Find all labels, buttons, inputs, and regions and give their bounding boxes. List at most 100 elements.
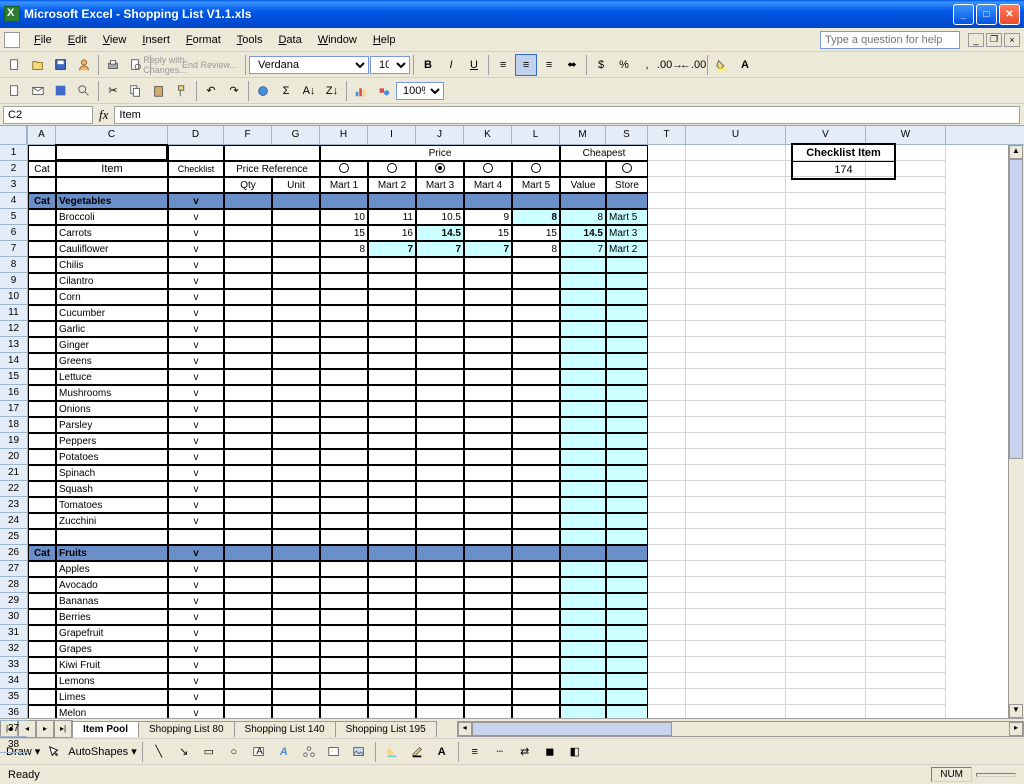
redo-button[interactable]: ↷ — [223, 80, 245, 102]
cell[interactable] — [464, 449, 512, 465]
cell[interactable] — [560, 593, 606, 609]
cell[interactable] — [28, 177, 56, 193]
cell[interactable] — [28, 465, 56, 481]
cell[interactable] — [560, 481, 606, 497]
autoshapes-menu[interactable]: AutoShapes ▾ — [68, 745, 137, 758]
maximize-button[interactable]: □ — [976, 4, 997, 25]
row-header-33[interactable]: 33 — [0, 657, 27, 673]
cell[interactable] — [416, 657, 464, 673]
row-header-19[interactable]: 19 — [0, 433, 27, 449]
cell[interactable] — [224, 673, 272, 689]
cell[interactable] — [512, 641, 560, 657]
row-header-14[interactable]: 14 — [0, 353, 27, 369]
cell[interactable] — [560, 545, 606, 561]
cell[interactable] — [224, 465, 272, 481]
grid[interactable]: PriceCheapestCatItemChecklistPrice Refer… — [28, 145, 1024, 718]
vscroll-thumb[interactable] — [1009, 159, 1023, 459]
cell[interactable] — [866, 657, 946, 673]
cell[interactable]: Vegetables — [56, 193, 168, 209]
cell[interactable] — [224, 609, 272, 625]
cell[interactable]: Squash — [56, 481, 168, 497]
cell[interactable] — [464, 257, 512, 273]
wordart-button[interactable]: A — [273, 741, 295, 763]
paste-button[interactable] — [148, 80, 170, 102]
cell[interactable] — [648, 625, 686, 641]
menu-window[interactable]: Window — [310, 32, 365, 48]
cell[interactable] — [224, 641, 272, 657]
cell[interactable] — [464, 289, 512, 305]
cell[interactable] — [368, 561, 416, 577]
cell[interactable] — [786, 209, 866, 225]
cell[interactable] — [786, 305, 866, 321]
cell[interactable]: 8 — [560, 209, 606, 225]
cell[interactable] — [512, 577, 560, 593]
cell[interactable] — [786, 193, 866, 209]
item-header[interactable]: Item — [56, 161, 168, 177]
autosum-button[interactable]: Σ — [275, 80, 297, 102]
cell[interactable]: v — [168, 321, 224, 337]
menu-tools[interactable]: Tools — [229, 32, 271, 48]
cell[interactable]: Store — [606, 177, 648, 193]
cell[interactable] — [686, 385, 786, 401]
cell[interactable] — [28, 641, 56, 657]
cell[interactable] — [272, 321, 320, 337]
minimize-button[interactable]: _ — [953, 4, 974, 25]
col-header-H[interactable]: H — [320, 126, 368, 144]
vertical-scrollbar[interactable]: ▲ ▼ — [1008, 145, 1024, 718]
cell[interactable] — [606, 257, 648, 273]
row-header-13[interactable]: 13 — [0, 337, 27, 353]
row-header-27[interactable]: 27 — [0, 561, 27, 577]
cell[interactable] — [786, 545, 866, 561]
cell[interactable] — [560, 689, 606, 705]
cell[interactable] — [686, 273, 786, 289]
cell[interactable] — [866, 465, 946, 481]
align-right-button[interactable]: ≡ — [538, 54, 560, 76]
cell[interactable]: v — [168, 481, 224, 497]
increase-decimal-button[interactable]: .00→ — [659, 54, 681, 76]
name-box[interactable] — [3, 106, 93, 124]
cell[interactable] — [606, 449, 648, 465]
cell[interactable] — [368, 689, 416, 705]
cell[interactable] — [320, 273, 368, 289]
cell[interactable] — [368, 465, 416, 481]
cell[interactable] — [272, 241, 320, 257]
cell[interactable] — [416, 593, 464, 609]
cell[interactable] — [866, 529, 946, 545]
cell[interactable] — [866, 609, 946, 625]
cell[interactable] — [28, 401, 56, 417]
cell[interactable] — [368, 257, 416, 273]
cell[interactable] — [686, 609, 786, 625]
col-header-F[interactable]: F — [224, 126, 272, 144]
cell[interactable] — [512, 545, 560, 561]
cell[interactable] — [464, 529, 512, 545]
cell[interactable] — [648, 449, 686, 465]
row-header-37[interactable]: 37 — [0, 721, 27, 737]
cell[interactable] — [416, 481, 464, 497]
cell[interactable] — [368, 353, 416, 369]
cell[interactable] — [272, 481, 320, 497]
cell[interactable]: v — [168, 289, 224, 305]
cell[interactable]: v — [168, 225, 224, 241]
cell[interactable]: Cat — [28, 193, 56, 209]
cell[interactable] — [224, 225, 272, 241]
cell[interactable] — [560, 577, 606, 593]
cell[interactable] — [606, 513, 648, 529]
cell[interactable] — [648, 257, 686, 273]
cell[interactable] — [648, 401, 686, 417]
cell[interactable] — [320, 545, 368, 561]
cell[interactable] — [512, 673, 560, 689]
cell[interactable] — [272, 369, 320, 385]
cell[interactable] — [368, 369, 416, 385]
cell[interactable] — [866, 209, 946, 225]
cell[interactable] — [416, 641, 464, 657]
cell[interactable]: 10 — [320, 209, 368, 225]
cell[interactable] — [320, 465, 368, 481]
cell[interactable] — [416, 353, 464, 369]
cell[interactable] — [464, 321, 512, 337]
cell[interactable] — [866, 449, 946, 465]
underline-button[interactable]: U — [463, 54, 485, 76]
cell[interactable] — [56, 145, 168, 161]
cell[interactable] — [464, 417, 512, 433]
currency-button[interactable]: $ — [590, 54, 612, 76]
cell[interactable] — [648, 497, 686, 513]
